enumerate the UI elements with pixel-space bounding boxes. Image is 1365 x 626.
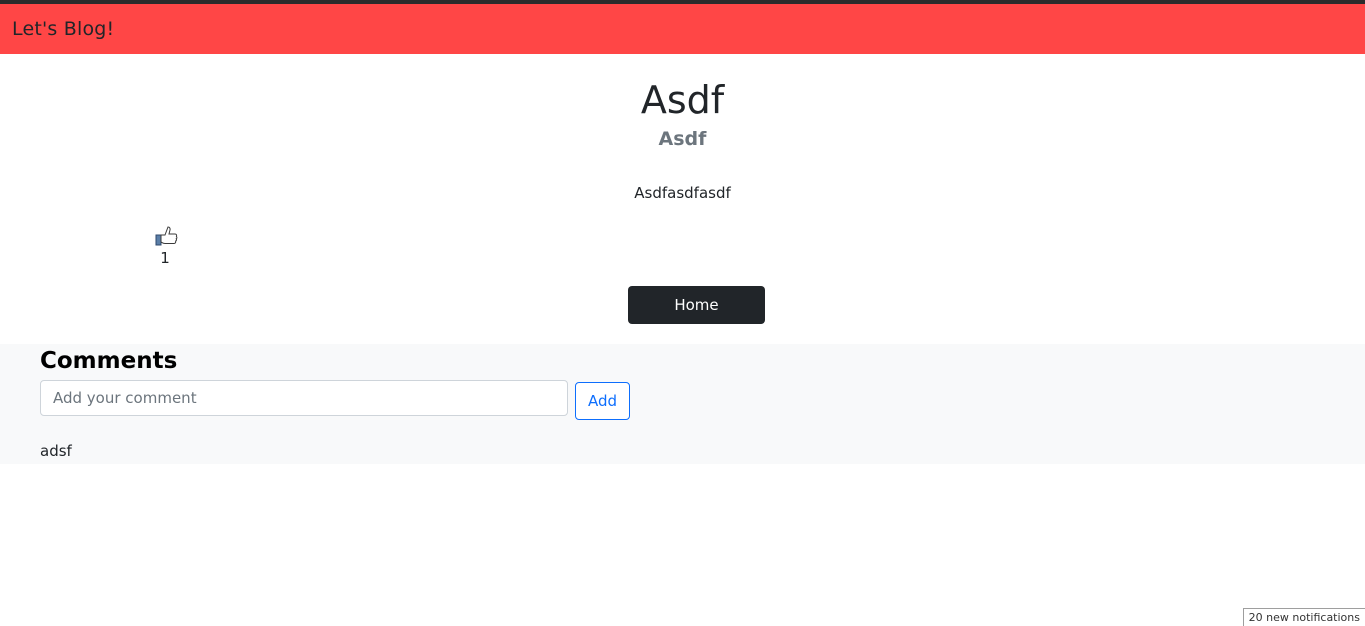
like-count: 1 — [160, 249, 170, 267]
navbar: Let's Blog! — [0, 4, 1365, 54]
comment-item: adsf — [40, 442, 72, 460]
post-body: Asdfasdfasdf — [634, 184, 731, 202]
home-button[interactable]: Home — [628, 286, 765, 324]
notifications-badge[interactable]: 20 new notifications — [1242, 608, 1365, 626]
like-button[interactable] — [155, 224, 179, 248]
comment-input[interactable] — [40, 380, 568, 416]
comments-heading: Comments — [40, 348, 178, 374]
comments-section: Comments Add adsf — [0, 344, 1365, 464]
add-comment-button[interactable]: Add — [575, 382, 630, 420]
thumbs-up-icon — [155, 226, 178, 246]
post-subtitle: Asdf — [658, 128, 707, 150]
post-title: Asdf — [640, 78, 725, 122]
brand-logo[interactable]: Let's Blog! — [12, 18, 114, 40]
